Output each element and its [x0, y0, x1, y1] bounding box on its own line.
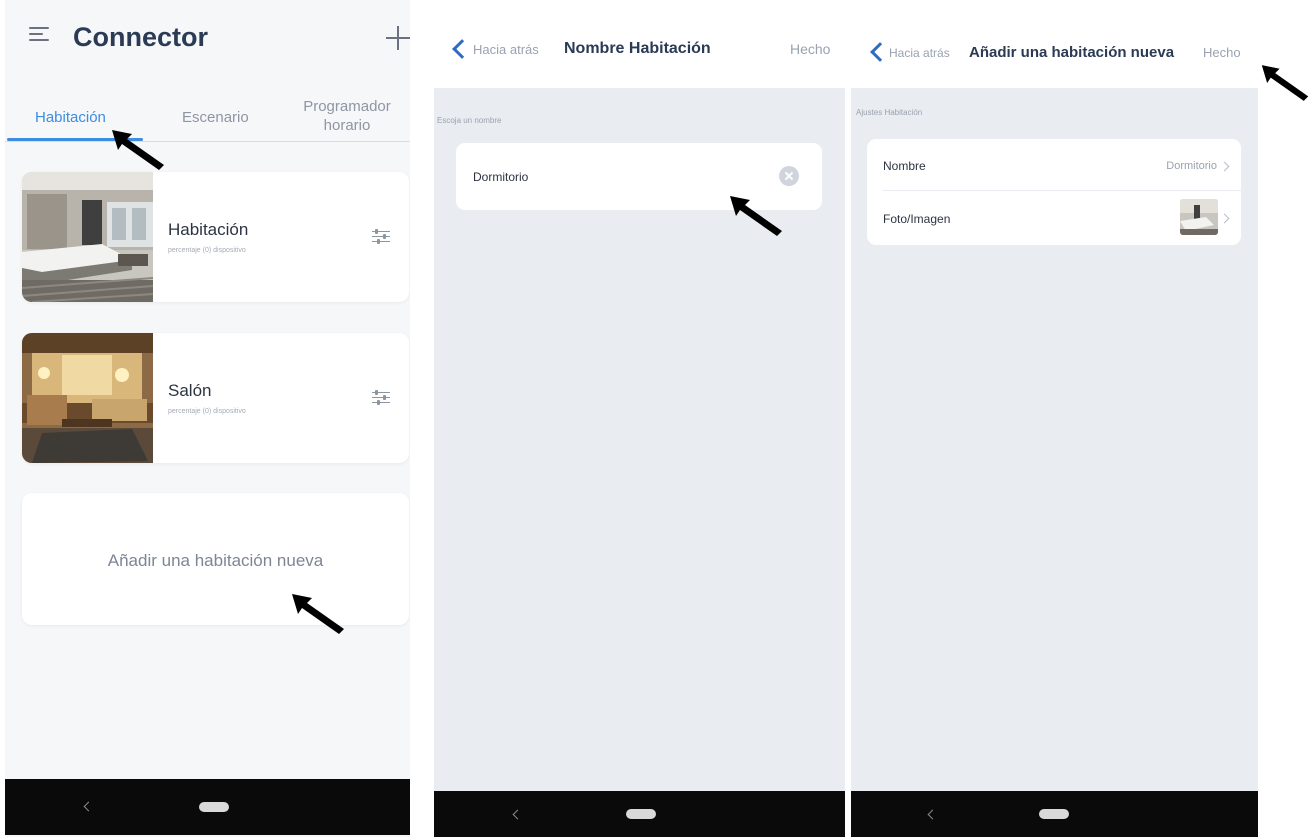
system-nav-bar	[851, 791, 1258, 837]
chevron-right-icon[interactable]	[1219, 213, 1230, 224]
room-device-count: percentaje (0) dispositivo	[168, 408, 246, 415]
nav-home-icon[interactable]	[1039, 809, 1069, 819]
pointer-arrow-icon	[1261, 65, 1309, 101]
back-chevron-icon[interactable]	[452, 39, 472, 59]
clear-icon[interactable]	[779, 166, 799, 186]
nav-back-icon[interactable]	[512, 809, 523, 820]
tab-room[interactable]: Habitación	[35, 108, 106, 127]
done-button[interactable]: Hecho	[1203, 45, 1241, 60]
nav-header: Hacia atrás Nombre Habitación Hecho	[434, 0, 845, 88]
name-row-value[interactable]: Dormitorio	[1137, 160, 1217, 172]
section-label: Escoja un nombre	[437, 116, 502, 125]
room-photo-thumbnail[interactable]	[1180, 199, 1218, 235]
app-header: Connector	[5, 0, 410, 72]
system-nav-bar	[5, 779, 410, 835]
page-title: Nombre Habitación	[564, 40, 711, 57]
nav-back-icon[interactable]	[927, 809, 938, 820]
room-device-count: percentaje (0) dispositivo	[168, 247, 246, 254]
room-settings-icon[interactable]	[372, 229, 390, 245]
room-name-value: Dormitorio	[473, 170, 529, 184]
room-settings-icon[interactable]	[372, 390, 390, 406]
done-button[interactable]: Hecho	[790, 41, 830, 57]
back-chevron-icon[interactable]	[870, 42, 890, 62]
pointer-arrow-icon	[112, 130, 164, 170]
page-title: Añadir una habitación nueva	[969, 44, 1175, 61]
add-room-button[interactable]: Añadir una habitación nueva	[22, 493, 409, 625]
tab-bar: Habitación Escenario Programador horario	[5, 92, 410, 142]
pointer-arrow-icon	[730, 196, 782, 236]
nav-home-icon[interactable]	[199, 802, 229, 812]
room-card-living-room[interactable]: Salón percentaje (0) dispositivo	[22, 333, 409, 463]
section-label: Ajustes Habitación	[856, 108, 923, 117]
room-name: Habitación	[168, 220, 249, 239]
tab-scene[interactable]: Escenario	[182, 108, 249, 127]
room-photo	[22, 172, 153, 302]
room-settings-card: Nombre Dormitorio Foto/Imagen	[867, 139, 1241, 245]
add-room-label: Añadir una habitación nueva	[107, 551, 324, 570]
room-list-screen: Connector Habitación Escenario Programad…	[5, 0, 410, 837]
room-photo	[22, 333, 153, 463]
room-name: Salón	[168, 381, 212, 400]
page: Connector Habitación Escenario Programad…	[0, 0, 1311, 837]
back-button[interactable]: Hacia atrás	[889, 46, 950, 60]
photo-row-label[interactable]: Foto/Imagen	[883, 212, 950, 226]
name-row-label[interactable]: Nombre	[883, 159, 926, 173]
app-title: Connector	[73, 22, 208, 52]
menu-icon[interactable]	[29, 27, 49, 43]
chevron-right-icon[interactable]	[1219, 161, 1230, 172]
room-name-screen: Hacia atrás Nombre Habitación Hecho Esco…	[434, 0, 845, 837]
nav-home-icon[interactable]	[626, 809, 656, 819]
row-divider	[883, 190, 1241, 191]
add-room-screen: Hacia atrás Añadir una habitación nueva …	[851, 0, 1258, 837]
system-nav-bar	[434, 791, 845, 837]
tab-scheduler[interactable]: Programador horario	[291, 97, 403, 135]
nav-back-icon[interactable]	[83, 801, 94, 812]
room-card-bedroom[interactable]: Habitación percentaje (0) dispositivo	[22, 172, 409, 302]
back-button[interactable]: Hacia atrás	[473, 42, 539, 57]
nav-header: Hacia atrás Añadir una habitación nueva …	[851, 0, 1258, 88]
add-icon[interactable]	[386, 26, 410, 50]
pointer-arrow-icon	[292, 594, 344, 634]
